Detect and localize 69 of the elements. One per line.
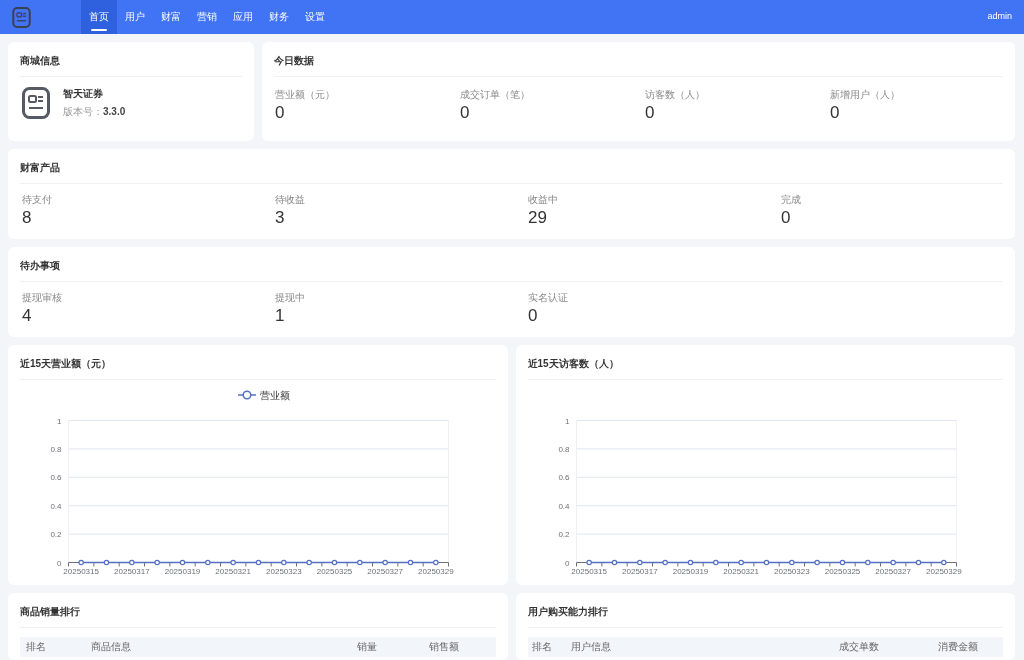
- stat-label: 完成: [781, 193, 801, 207]
- x-axis-label: 20250319: [672, 566, 708, 576]
- y-axis-label: 0.2: [50, 530, 62, 540]
- x-axis-label: 20250317: [114, 566, 150, 576]
- panel-title: 商城信息: [20, 54, 60, 68]
- column-header: 销售额: [423, 637, 496, 657]
- column-header: 排名: [527, 637, 565, 657]
- stat-label: 访客数（人）: [645, 88, 705, 102]
- column-header: 消费金额: [931, 637, 1003, 657]
- stat-value: 0: [460, 102, 471, 124]
- y-axis-label: 0.4: [557, 501, 569, 511]
- y-axis-label: 0.8: [50, 444, 62, 454]
- x-axis-label: 20250325: [824, 566, 860, 576]
- stat-label: 收益中: [528, 193, 558, 207]
- stat-label: 实名认证: [528, 291, 568, 305]
- column-header: 销量: [351, 637, 424, 657]
- y-axis-label: 0: [57, 558, 62, 568]
- x-axis-label: 20250315: [63, 566, 99, 576]
- y-axis-label: 0.4: [50, 501, 62, 511]
- x-axis-label: 20250327: [367, 566, 403, 576]
- y-axis-label: 1: [57, 416, 62, 426]
- stat-value: 8: [22, 207, 33, 229]
- column-header: 用户信息: [564, 637, 834, 657]
- y-axis-label: 0.6: [557, 473, 569, 483]
- stat-value: 0: [645, 102, 656, 124]
- column-header: 成交单数: [833, 637, 932, 657]
- x-axis-label: 20250325: [316, 566, 353, 576]
- panel-title: 近15天营业额（元）: [20, 357, 112, 371]
- x-axis-label: 20250323: [773, 566, 810, 576]
- panel-title: 今日数据: [274, 54, 314, 68]
- stat-value: 3: [275, 207, 286, 229]
- y-axis-label: 0.6: [50, 473, 62, 483]
- stat-value: 0: [275, 102, 286, 124]
- column-header: 商品信息: [85, 637, 352, 657]
- panel-title: 待办事项: [20, 259, 60, 273]
- column-header: 排名: [20, 637, 86, 657]
- stat-label: 待支付: [22, 193, 52, 207]
- x-axis-label: 20250329: [418, 566, 454, 576]
- stat-label: 营业额（元）: [275, 88, 335, 102]
- panel-title: 近15天访客数（人）: [527, 357, 619, 371]
- panel-title: 用户购买能力排行: [527, 605, 608, 619]
- x-axis-label: 20250321: [722, 566, 759, 576]
- y-axis-label: 0.2: [557, 530, 569, 540]
- x-axis-label: 20250329: [925, 566, 962, 576]
- stat-label: 待收益: [275, 193, 305, 207]
- y-axis-label: 1: [564, 416, 569, 426]
- legend-label: 营业额: [260, 390, 290, 401]
- x-axis-label: 20250321: [215, 566, 251, 576]
- x-axis-label: 20250319: [164, 566, 201, 576]
- stat-value: 0: [781, 207, 792, 229]
- stat-label: 提现审核: [22, 291, 62, 305]
- shop-name: 智天证券: [63, 87, 104, 101]
- stat-label: 提现中: [275, 291, 305, 305]
- stat-label: 新增用户（人）: [830, 88, 900, 102]
- stat-value: 0: [528, 305, 539, 327]
- stat-value: 0: [830, 102, 841, 124]
- panel-title: 财富产品: [20, 161, 60, 175]
- stat-label: 成交订单（笔）: [460, 88, 530, 102]
- y-axis-label: 0: [564, 558, 569, 568]
- version-text: 版本号：3.3.0: [63, 105, 126, 119]
- stat-value: 29: [528, 207, 548, 229]
- x-axis-label: 20250315: [570, 566, 607, 576]
- y-axis-label: 0.8: [557, 444, 569, 454]
- x-axis-label: 20250327: [874, 566, 911, 576]
- stat-value: 4: [22, 305, 33, 327]
- panel-title: 商品销量排行: [20, 605, 80, 619]
- stat-value: 1: [275, 305, 286, 327]
- x-axis-label: 20250317: [621, 566, 658, 576]
- x-axis-label: 20250323: [266, 566, 302, 576]
